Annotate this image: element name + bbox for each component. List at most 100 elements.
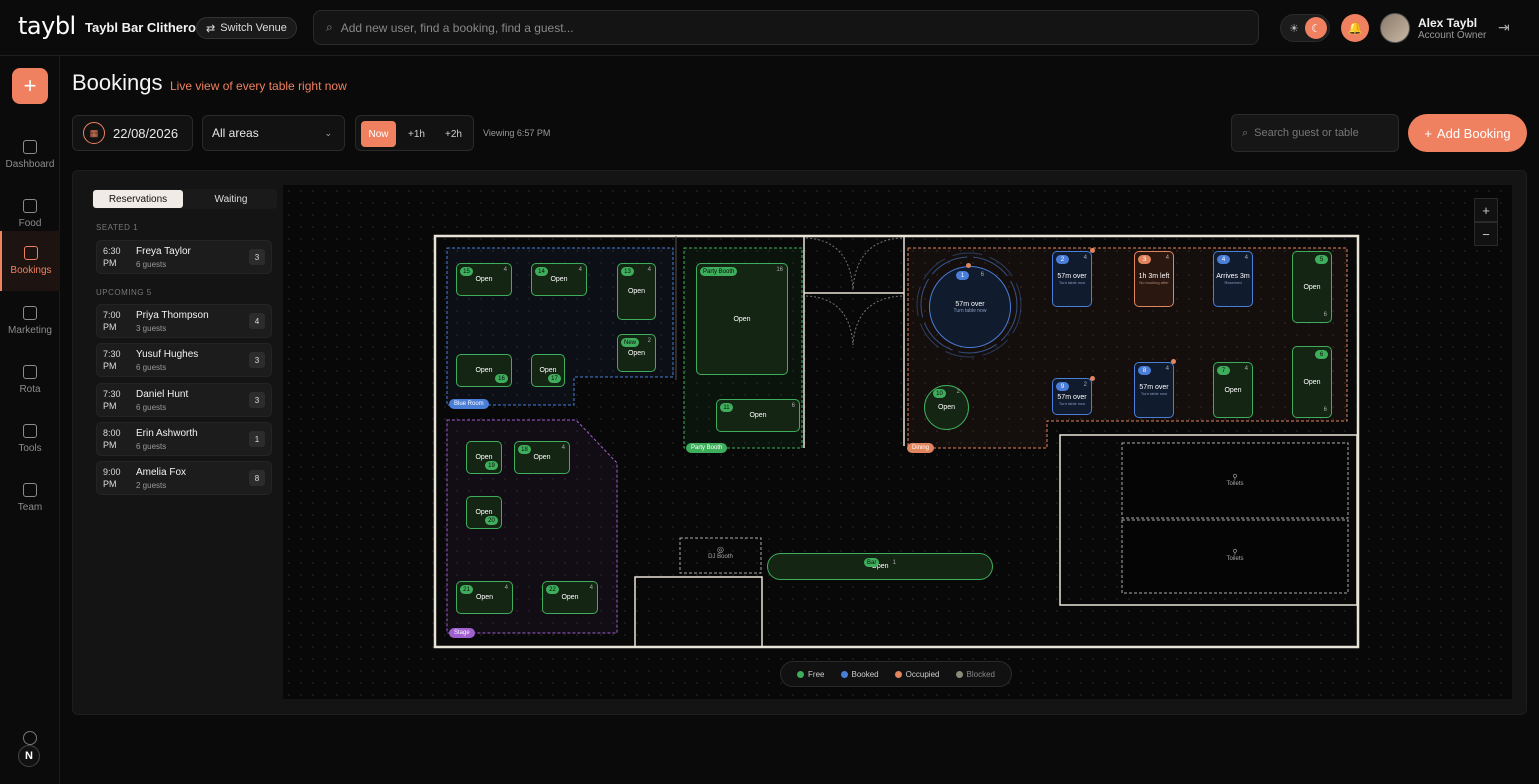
- table-seats: 4: [561, 445, 565, 451]
- table-status: Open: [533, 454, 551, 461]
- table-seats: 4: [578, 267, 582, 273]
- table-number: 17: [548, 374, 561, 383]
- table-number: 21: [460, 585, 473, 594]
- table-21[interactable]: 21 4 Open: [456, 581, 513, 614]
- table-7[interactable]: 7 4 Open: [1213, 362, 1253, 418]
- table-party-booth[interactable]: Party Booth 16 Open: [696, 263, 788, 375]
- table-number: 22: [546, 585, 559, 594]
- table-substatus: Turn table now: [953, 307, 987, 314]
- table-seats: 4: [1244, 255, 1248, 261]
- blocked-dot: [955, 670, 963, 678]
- free-dot: [797, 670, 805, 678]
- table-substatus: Reserved: [1224, 280, 1242, 285]
- table-8[interactable]: 8 4 57m over Turn table now: [1134, 362, 1174, 418]
- table-14[interactable]: 14 4 Open: [531, 263, 587, 296]
- table-status: 57m over: [1139, 384, 1169, 391]
- table-17[interactable]: 17 Open: [531, 354, 565, 387]
- table-seats: 4: [1165, 255, 1169, 261]
- table-6[interactable]: 6 6 Open: [1292, 346, 1332, 418]
- legend-blocked-label: Blocked: [966, 669, 995, 679]
- table-11[interactable]: 11 6 Open: [716, 399, 800, 432]
- table-19[interactable]: 19 Open: [466, 441, 502, 474]
- table-13[interactable]: 13 4 Open: [617, 263, 656, 320]
- table-substatus: Turn table now: [1140, 391, 1168, 396]
- table-20[interactable]: 20 Open: [466, 496, 502, 529]
- table-status: Open: [475, 276, 493, 283]
- dj-icon: ◎: [717, 545, 724, 554]
- table-new[interactable]: New 2 Open: [617, 334, 656, 372]
- table-number: 3: [1138, 255, 1151, 264]
- table-status: 57m over: [955, 300, 985, 308]
- table-4[interactable]: 4 4 Arrives 3m Reserved: [1213, 251, 1253, 307]
- table-status: Open: [627, 288, 646, 295]
- booked-dot: [840, 670, 848, 678]
- table-status: 57m over: [1057, 273, 1087, 280]
- legend-booked-label: Booked: [851, 669, 879, 679]
- status-legend: Free Booked Occupied Blocked: [780, 661, 1012, 687]
- table-status: 57m over: [1057, 393, 1087, 401]
- occupied-dot: [894, 670, 902, 678]
- table-number: 5: [1315, 255, 1328, 264]
- alert-dot: [966, 263, 971, 268]
- table-number: 6: [1315, 350, 1328, 359]
- table-number: 16: [495, 374, 508, 383]
- table-number: 20: [485, 516, 498, 525]
- table-seats: 6: [980, 272, 984, 278]
- dj-booth-label: DJ Booth: [708, 554, 733, 560]
- table-seats: 4: [647, 267, 651, 273]
- table-status: Open: [1224, 386, 1242, 394]
- table-16[interactable]: 16 Open: [456, 354, 512, 387]
- table-22[interactable]: 22 4 Open: [542, 581, 598, 614]
- table-substatus: No booking after: [1139, 280, 1169, 285]
- table-number: 13: [621, 267, 634, 276]
- table-status: Open: [749, 412, 767, 419]
- table-number: 4: [1217, 255, 1230, 264]
- legend-booked: Booked: [840, 669, 879, 679]
- table-seats: 4: [503, 267, 507, 273]
- table-18[interactable]: 18 4 Open: [514, 441, 570, 474]
- table-number: 2: [1056, 255, 1069, 264]
- table-2[interactable]: 2 4 57m over Turn table now: [1052, 251, 1092, 307]
- table-number: 1: [956, 271, 969, 280]
- table-seats: 6: [1323, 407, 1327, 413]
- table-seats: 16: [776, 267, 783, 273]
- legend-occupied-label: Occupied: [905, 669, 940, 679]
- table-number: 15: [460, 267, 473, 276]
- table-seats: 6: [1323, 312, 1327, 318]
- table-3[interactable]: 3 4 1h 3m left No booking after: [1134, 251, 1174, 307]
- table-status: Open: [1303, 378, 1321, 386]
- table-number: 19: [485, 461, 498, 470]
- table-status: Open: [475, 509, 493, 516]
- table-seats: 4: [1165, 366, 1169, 372]
- table-substatus: Turn table now: [1058, 280, 1086, 285]
- table-status: Open: [733, 315, 751, 323]
- table-10[interactable]: 10 2 Open: [924, 385, 969, 430]
- table-seats: 6: [791, 403, 795, 409]
- table-status: Arrives 3m: [1216, 273, 1250, 280]
- table-status: Open: [1303, 283, 1321, 291]
- table-number: 11: [720, 403, 733, 412]
- toilets-label: Toilets: [1226, 556, 1244, 562]
- table-number: 9: [1056, 382, 1069, 391]
- table-9[interactable]: 9 2 57m over Turn table now: [1052, 378, 1092, 415]
- alert-dot: [1090, 248, 1095, 253]
- alert-dot: [1090, 376, 1095, 381]
- table-number: New: [621, 338, 640, 347]
- table-status: Open: [561, 594, 579, 601]
- table-number: 10: [933, 389, 946, 398]
- table-15[interactable]: 15 4 Open: [456, 263, 512, 296]
- table-seats: 2: [956, 389, 960, 395]
- dj-booth: ◎ DJ Booth: [680, 545, 761, 560]
- table-status: 1h 3m left: [1138, 273, 1170, 280]
- table-5[interactable]: 5 6 Open: [1292, 251, 1332, 323]
- table-bar[interactable]: Bar 1 Open: [767, 553, 993, 580]
- legend-free: Free: [797, 670, 824, 679]
- zone-label-stage: Stage: [449, 628, 475, 638]
- table-seats: 2: [1083, 382, 1087, 388]
- zone-label-party-booth: Party Booth: [686, 443, 728, 453]
- table-status: Open: [627, 349, 646, 357]
- table-status: Open: [475, 594, 494, 601]
- zone-label-blue-room: Blue Room: [449, 399, 489, 409]
- table-1[interactable]: 1 6 57m over Turn table now: [929, 266, 1011, 348]
- toilets-bottom-label: ⚲ Toilets: [1122, 548, 1348, 562]
